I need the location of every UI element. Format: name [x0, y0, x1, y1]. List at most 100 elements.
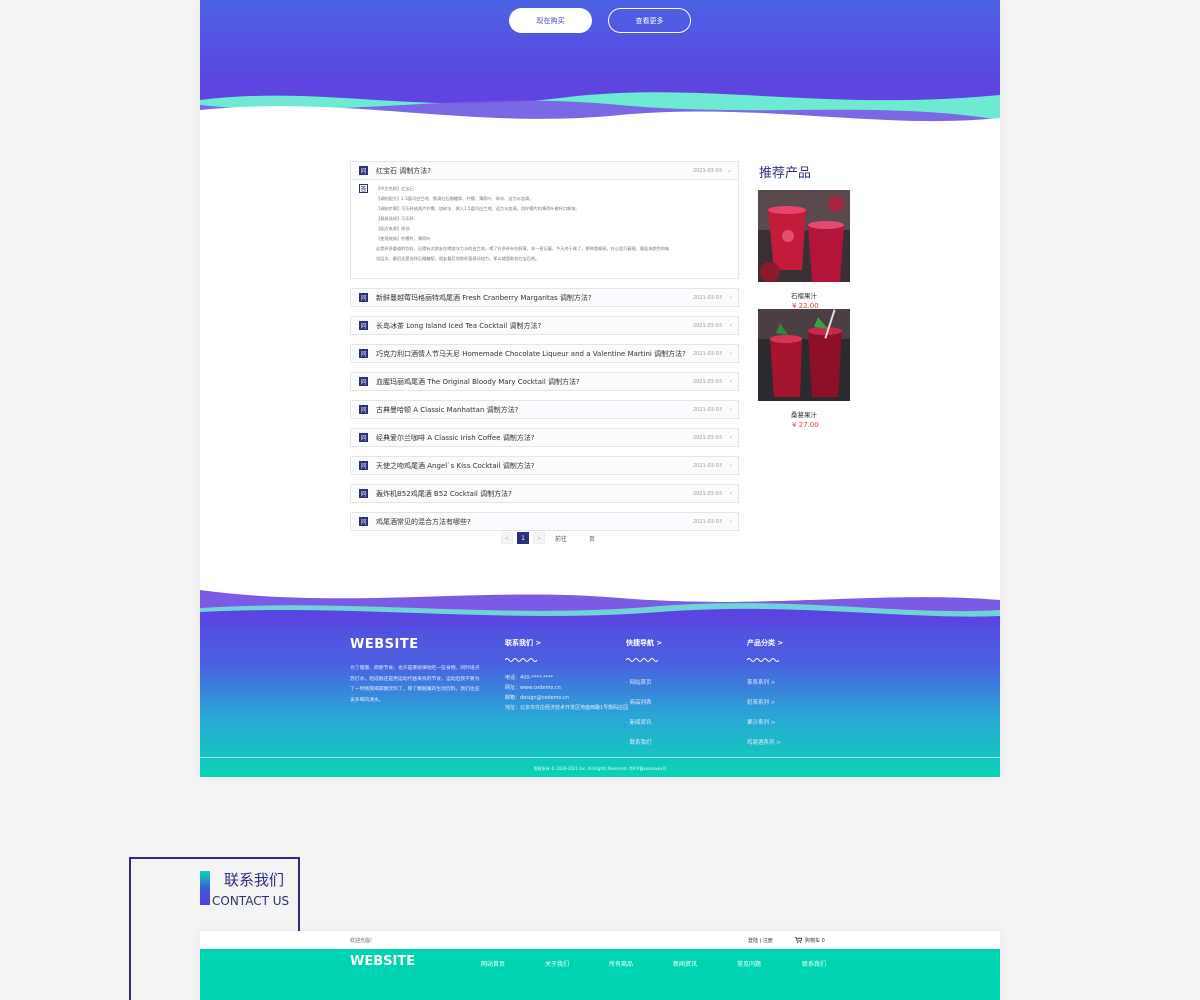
footer-category-links: 茶系系列 > 奶茶系列 > 果汁系列 > 鸡尾酒系列 >: [747, 673, 783, 753]
faq-question-row[interactable]: 问鸡尾酒常见的混合方法有哪些? 2021-03-03 ‹: [351, 513, 738, 530]
faq-date: 2021-03-03: [692, 350, 722, 357]
chevron-left-icon[interactable]: ‹: [730, 490, 732, 497]
footer-nav-link[interactable]: · 联系我们: [626, 733, 662, 753]
page2-logo[interactable]: WEBSITE: [350, 954, 415, 969]
footer-category-link[interactable]: 鸡尾酒系列 >: [747, 733, 783, 753]
footer-nav-link[interactable]: · 商品列表: [626, 693, 662, 713]
question-icon: 问: [359, 433, 368, 442]
pagination: < 1 > 前往 页: [501, 532, 595, 544]
faq-item[interactable]: 问新鲜蔓越莓玛格丽特鸡尾酒 Fresh Cranberry Margaritas…: [350, 288, 739, 307]
question-icon: 问: [359, 321, 368, 330]
faq-question-row[interactable]: 问古典曼哈顿 A Classic Manhattan 调制方法? 2021-03-…: [351, 401, 738, 418]
faq-question-row[interactable]: 问长岛冰茶 Long Island Iced Tea Cocktail 调制方法…: [351, 317, 738, 334]
faq-date: 2021-03-03: [692, 167, 722, 174]
nav-item-contact[interactable]: 联系我们: [802, 959, 826, 968]
footer-description: 为了健康、即使节食、也许是要规律地吃一些食物。同时培点苏打水，组成群还是用运动代…: [350, 666, 480, 703]
faq-item[interactable]: 问天使之吻鸡尾酒 Angel`s Kiss Cocktail 调制方法? 2021…: [350, 456, 739, 475]
squiggle-divider: [504, 658, 538, 662]
website-preview-page: 现在购买 查看更多 问红宝石 调制方法? 2021-03-03 ⌄ 答【中文名称】红宝…: [200, 0, 1000, 777]
chevron-left-icon[interactable]: ‹: [730, 462, 732, 469]
faq-item[interactable]: 问红宝石 调制方法? 2021-03-03 ⌄ 答【中文名称】红宝石 【调制配方】1.5…: [350, 161, 739, 279]
answer-icon: 答: [359, 184, 368, 193]
page-number-current[interactable]: 1: [517, 532, 529, 544]
footer-logo[interactable]: WEBSITE: [350, 637, 419, 652]
footer-wave: [200, 580, 1000, 625]
product-image-pomegranate-juice[interactable]: [758, 190, 850, 282]
question-icon: 问: [359, 517, 368, 526]
footer-contact-info: 电话：400-****-**** 网址：www.cedemo.cn 邮箱：desig…: [505, 673, 628, 713]
faq-item[interactable]: 问古典曼哈顿 A Classic Manhattan 调制方法? 2021-03-…: [350, 400, 739, 419]
footer-category-link[interactable]: 茶系系列 >: [747, 673, 783, 693]
footer-nav-column: 快捷导航 > · 网站首页 · 商品列表 · 新闻资讯 · 联系我们: [625, 638, 662, 753]
faq-date: 2021-03-03: [692, 294, 722, 301]
faq-question-text: 鸡尾酒常见的混合方法有哪些?: [376, 517, 471, 526]
nav-item-products[interactable]: 所有商品: [609, 959, 633, 968]
cart-link[interactable]: 购物车 0: [795, 937, 825, 944]
faq-question-row[interactable]: 问新鲜蔓越莓玛格丽特鸡尾酒 Fresh Cranberry Margaritas…: [351, 289, 738, 306]
question-icon: 问: [359, 461, 368, 470]
view-more-button[interactable]: 查看更多: [608, 8, 691, 33]
faq-question-text: 巧克力利口酒情人节马天尼 Homemade Chocolate Liqueur …: [376, 349, 686, 358]
faq-question-row[interactable]: 问经典爱尔兰咖啡 A Classic Irish Coffee 调制方法? 202…: [351, 429, 738, 446]
footer-contact-line: 网址：www.cedemo.cn: [505, 685, 561, 691]
nav-item-about[interactable]: 关于我们: [545, 959, 569, 968]
faq-item[interactable]: 问血腥玛丽鸡尾酒 The Original Bloody Mary Cockta…: [350, 372, 739, 391]
chevron-left-icon[interactable]: ‹: [730, 294, 732, 301]
page-suffix: 页: [589, 535, 596, 543]
faq-question-row[interactable]: 问天使之吻鸡尾酒 Angel`s Kiss Cocktail 调制方法? 2021…: [351, 457, 738, 474]
footer-category-link[interactable]: 果汁系列 >: [747, 713, 783, 733]
faq-item[interactable]: 问巧克力利口酒情人节马天尼 Homemade Chocolate Liqueur…: [350, 344, 739, 363]
nav-item-news[interactable]: 新闻资讯: [673, 959, 697, 968]
goto-page-input[interactable]: [571, 532, 586, 544]
next-page-button[interactable]: >: [533, 532, 545, 544]
login-register-link[interactable]: 登陆 | 注册: [748, 937, 773, 944]
faq-question-row[interactable]: 问红宝石 调制方法? 2021-03-03 ⌄: [351, 162, 738, 179]
footer-nav-link[interactable]: · 新闻资讯: [626, 713, 662, 733]
welcome-text: 欢迎光临!: [350, 937, 373, 944]
chevron-left-icon[interactable]: ‹: [730, 434, 732, 441]
chevron-left-icon[interactable]: ‹: [730, 518, 732, 525]
faq-answer-line: 【使用装饰】柠檬片、薄荷叶: [376, 236, 431, 241]
prev-page-button[interactable]: <: [501, 532, 513, 544]
buy-now-button[interactable]: 现在购买: [509, 8, 592, 33]
footer-category-title[interactable]: 产品分类 >: [747, 638, 783, 648]
faq-date: 2021-03-03: [692, 406, 722, 413]
product-card[interactable]: 桑葚果汁 ¥ 27.00: [758, 309, 850, 429]
goto-label: 前往: [555, 535, 568, 543]
faq-question-row[interactable]: 问轰炸机B52鸡尾酒 B52 Cocktail 调制方法? 2021-03-03 ‹: [351, 485, 738, 502]
chevron-left-icon[interactable]: ‹: [730, 406, 732, 413]
footer-nav-link[interactable]: · 网站首页: [626, 673, 662, 693]
faq-answer-line: 【调制配方】1.5盎司白兰地、数滴红石榴糖浆、柠檬、薄荷叶、碎冰、适力水加满。: [376, 196, 534, 201]
faq-answer-line: 【中文名称】红宝石: [376, 186, 414, 191]
chevron-left-icon[interactable]: ‹: [730, 350, 732, 357]
footer-category-link[interactable]: 奶茶系列 >: [747, 693, 783, 713]
faq-question-text: 经典爱尔兰咖啡 A Classic Irish Coffee 调制方法?: [376, 433, 535, 442]
contact-page-preview: 欢迎光临! 登陆 | 注册 购物车 0 WEBSITE 网站首页 关于我们 所有…: [200, 931, 1000, 1000]
question-icon: 问: [359, 489, 368, 498]
footer-contact-title[interactable]: 联系我们 >: [505, 638, 628, 648]
product-name: 桑葚果汁: [791, 411, 817, 419]
faq-item[interactable]: 问长岛冰茶 Long Island Iced Tea Cocktail 调制方法…: [350, 316, 739, 335]
page2-topbar: 欢迎光临! 登陆 | 注册 购物车 0: [200, 931, 1000, 949]
nav-item-home[interactable]: 网站首页: [481, 959, 505, 968]
squiggle-divider: [746, 658, 780, 662]
chevron-down-icon[interactable]: ⌄: [727, 167, 732, 174]
recommend-title: 推荐产品: [759, 166, 812, 181]
faq-question-text: 长岛冰茶 Long Island Iced Tea Cocktail 调制方法?: [376, 321, 542, 330]
footer-nav-title[interactable]: 快捷导航 >: [626, 638, 662, 648]
faq-item[interactable]: 问经典爱尔兰咖啡 A Classic Irish Coffee 调制方法? 202…: [350, 428, 739, 447]
product-card[interactable]: 石榴果汁 ¥ 22.00: [758, 190, 850, 310]
faq-question-row[interactable]: 问血腥玛丽鸡尾酒 The Original Bloody Mary Cockta…: [351, 373, 738, 390]
product-image-mulberry-juice[interactable]: [758, 309, 850, 401]
footer-copyright: 版权所有 © 2020-2021 Inc. All Rights Reserve…: [533, 766, 667, 771]
product-name: 石榴果汁: [791, 292, 817, 300]
faq-answer-text: 【中文名称】红宝石【调制配方】1.5盎司白兰地、数滴红石榴糖浆、柠檬、薄荷叶、碎…: [376, 184, 669, 264]
faq-item[interactable]: 问鸡尾酒常见的混合方法有哪些? 2021-03-03 ‹: [350, 512, 739, 531]
contact-section-subtitle: CONTACT US: [212, 894, 290, 908]
chevron-left-icon[interactable]: ‹: [730, 322, 732, 329]
chevron-left-icon[interactable]: ‹: [730, 378, 732, 385]
faq-answer-line: 【配方来源】原创: [376, 226, 410, 231]
faq-question-row[interactable]: 问巧克力利口酒情人节马天尼 Homemade Chocolate Liqueur…: [351, 345, 738, 362]
nav-item-faq[interactable]: 常见问题: [737, 959, 761, 968]
faq-item[interactable]: 问轰炸机B52鸡尾酒 B52 Cocktail 调制方法? 2021-03-03 ‹: [350, 484, 739, 503]
